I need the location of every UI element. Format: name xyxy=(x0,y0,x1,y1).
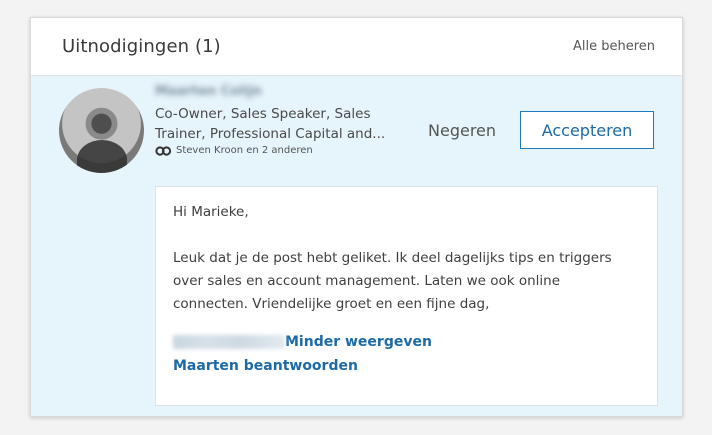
person-info: Maarten Colijn Co-Owner, Sales Speaker, … xyxy=(155,84,415,156)
reply-link[interactable]: Maarten beantwoorden xyxy=(173,358,358,374)
message-signature-row: Minder weergeven xyxy=(173,334,642,350)
manage-all-link[interactable]: Alle beheren xyxy=(573,39,655,54)
mutual-connections-text: Steven Kroon en 2 anderen xyxy=(176,145,313,156)
invitations-card: Uitnodigingen (1) Alle beheren Maarten C… xyxy=(30,17,683,417)
invitations-title: Uitnodigingen (1) xyxy=(62,36,221,57)
headline-line-1: Co-Owner, Sales Speaker, Sales xyxy=(155,106,371,122)
accept-button[interactable]: Accepteren xyxy=(520,111,654,149)
message-line-2: over sales en account management. Laten … xyxy=(173,273,561,289)
invitation-item: Maarten Colijn Co-Owner, Sales Speaker, … xyxy=(31,76,682,416)
headline-line-2: Trainer, Professional Capital and... xyxy=(155,126,386,142)
message-greeting: Hi Marieke, xyxy=(173,204,249,220)
show-less-link[interactable]: Minder weergeven xyxy=(285,334,432,350)
message-body: Leuk dat je de post hebt geliket. Ik dee… xyxy=(173,247,642,316)
card-header: Uitnodigingen (1) Alle beheren xyxy=(31,18,682,76)
message-line-3: connecten. Vriendelijke groet en een fij… xyxy=(173,296,490,312)
person-headline: Co-Owner, Sales Speaker, Sales Trainer, … xyxy=(155,104,415,144)
message-line-1: Leuk dat je de post hebt geliket. Ik dee… xyxy=(173,250,612,266)
sender-name-blurred xyxy=(173,335,285,349)
mutual-connections-icon xyxy=(155,145,172,156)
person-name[interactable]: Maarten Colijn xyxy=(155,84,415,100)
invitation-message: Hi Marieke, Leuk dat je de post hebt gel… xyxy=(155,186,658,406)
mutual-connections[interactable]: Steven Kroon en 2 anderen xyxy=(155,145,415,156)
avatar[interactable] xyxy=(59,88,144,173)
ignore-button[interactable]: Negeren xyxy=(428,121,496,140)
